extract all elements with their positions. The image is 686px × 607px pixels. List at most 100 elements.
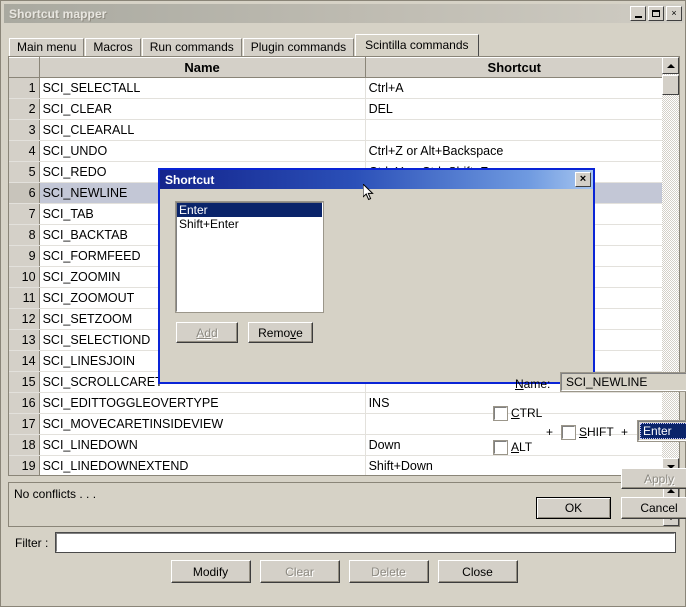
modify-button[interactable]: Modify	[170, 560, 251, 583]
scrollbar-thumb[interactable]	[662, 75, 679, 95]
filter-label: Filter :	[15, 535, 49, 550]
ok-button[interactable]: OK	[536, 497, 611, 519]
table-vertical-scrollbar[interactable]	[662, 57, 679, 475]
name-label: Name:	[515, 377, 551, 391]
row-command-name[interactable]: SCI_UNDO	[39, 140, 366, 162]
plus-separator-2: +	[621, 425, 629, 439]
tab-bar: Main menu Macros Run commands Plugin com…	[9, 34, 480, 56]
apply-button-label: Apply	[643, 471, 675, 486]
ctrl-checkbox-row[interactable]: CTRL	[493, 405, 543, 421]
row-index: 7	[9, 203, 40, 225]
filter-input[interactable]	[55, 532, 676, 553]
shortcut-dialog-titlebar: Shortcut	[160, 170, 593, 189]
maximize-button[interactable]	[648, 6, 664, 21]
ctrl-checkbox[interactable]	[493, 405, 508, 421]
add-button[interactable]: Add	[176, 322, 238, 343]
arrow-up-icon	[667, 489, 675, 493]
close-icon: ×	[579, 173, 587, 185]
row-shortcut[interactable]: Shift+Down	[365, 455, 663, 475]
arrow-up-icon	[666, 63, 675, 68]
row-command-name[interactable]: SCI_SELECTALL	[39, 77, 366, 99]
conflicts-text: No conflicts . . .	[14, 487, 97, 501]
name-field[interactable]: SCI_NEWLINE	[560, 372, 686, 392]
table-row[interactable]: 19 SCI_LINEDOWNEXTEND Shift+Down	[9, 455, 663, 475]
row-index: 18	[9, 434, 40, 456]
tab-scintilla-commands[interactable]: Scintilla commands	[355, 34, 479, 56]
row-shortcut[interactable]: DEL	[365, 98, 663, 120]
tab-macros[interactable]: Macros	[85, 38, 141, 56]
table-row[interactable]: 1 SCI_SELECTALL Ctrl+A	[9, 77, 663, 99]
minimize-button[interactable]	[630, 6, 646, 21]
shortcut-list-item[interactable]: Enter	[177, 203, 322, 217]
key-select[interactable]: Enter	[637, 420, 686, 442]
cancel-button[interactable]: Cancel	[621, 497, 686, 519]
shift-checkbox-row[interactable]: SHIFT	[561, 424, 614, 440]
row-index: 1	[9, 77, 40, 99]
window-title: Shortcut mapper	[9, 6, 107, 21]
shortcut-list[interactable]: Enter Shift+Enter	[175, 201, 324, 313]
row-command-name[interactable]: SCI_CLEARALL	[39, 119, 366, 141]
scroll-up-button[interactable]	[662, 57, 679, 74]
row-index: 10	[9, 266, 40, 288]
add-button-label: Add	[196, 325, 218, 340]
row-index: 11	[9, 287, 40, 309]
close-button[interactable]: ×	[666, 6, 682, 21]
row-index: 5	[9, 161, 40, 183]
filter-row: Filter :	[15, 532, 676, 553]
row-index: 15	[9, 371, 40, 393]
close-dialog-button[interactable]: Close	[437, 560, 518, 583]
tab-run-commands[interactable]: Run commands	[141, 38, 242, 56]
row-index: 19	[9, 455, 40, 475]
bottom-button-bar: Modify Clear Delete Close	[1, 560, 686, 583]
row-index: 2	[9, 98, 40, 120]
window-controls: ×	[630, 6, 682, 21]
column-header-shortcut[interactable]: Shortcut	[365, 57, 663, 78]
row-shortcut[interactable]: Ctrl+Z or Alt+Backspace	[365, 140, 663, 162]
table-row[interactable]: 16 SCI_EDITTOGGLEOVERTYPE INS	[9, 392, 663, 414]
table-row[interactable]: 3 SCI_CLEARALL	[9, 119, 663, 141]
remove-button[interactable]: Remove	[248, 322, 313, 343]
row-command-name[interactable]: SCI_LINEDOWNEXTEND	[39, 455, 366, 475]
row-index: 3	[9, 119, 40, 141]
row-index: 13	[9, 329, 40, 351]
row-index: 12	[9, 308, 40, 330]
row-command-name[interactable]: SCI_CLEAR	[39, 98, 366, 120]
column-header-index[interactable]	[9, 57, 40, 78]
clear-button[interactable]: Clear	[259, 560, 340, 583]
table-row[interactable]: 2 SCI_CLEAR DEL	[9, 98, 663, 120]
column-header-name[interactable]: Name	[39, 57, 366, 78]
alt-checkbox[interactable]	[493, 439, 508, 455]
row-command-name[interactable]: SCI_MOVECARETINSIDEVIEW	[39, 413, 366, 435]
shortcut-dialog-close-button[interactable]: ×	[575, 172, 591, 187]
maximize-icon	[652, 10, 660, 17]
key-select-value: Enter	[640, 423, 686, 439]
shift-label: SHIFT	[579, 425, 614, 439]
tab-plugin-commands[interactable]: Plugin commands	[242, 38, 355, 56]
shift-checkbox[interactable]	[561, 424, 576, 440]
row-index: 8	[9, 224, 40, 246]
row-index: 4	[9, 140, 40, 162]
row-index: 9	[9, 245, 40, 267]
close-icon: ×	[671, 8, 677, 18]
shortcut-dialog-title: Shortcut	[165, 172, 215, 187]
row-command-name[interactable]: SCI_LINEDOWN	[39, 434, 366, 456]
delete-button[interactable]: Delete	[348, 560, 429, 583]
tab-main-menu[interactable]: Main menu	[9, 38, 85, 56]
plus-separator-1: +	[546, 425, 554, 439]
row-index: 17	[9, 413, 40, 435]
ctrl-label: CTRL	[511, 406, 543, 420]
shortcut-mapper-window: Shortcut mapper × Main menu Macros Run c…	[0, 0, 686, 607]
row-shortcut[interactable]	[365, 119, 663, 141]
row-index: 16	[9, 392, 40, 414]
row-index: 6	[9, 182, 40, 204]
apply-button[interactable]: Apply	[621, 468, 686, 489]
row-command-name[interactable]: SCI_EDITTOGGLEOVERTYPE	[39, 392, 366, 414]
alt-checkbox-row[interactable]: ALT	[493, 439, 532, 455]
table-row[interactable]: 4 SCI_UNDO Ctrl+Z or Alt+Backspace	[9, 140, 663, 162]
row-shortcut[interactable]: Ctrl+A	[365, 77, 663, 99]
row-index: 14	[9, 350, 40, 372]
table-header-row: Name Shortcut	[9, 57, 663, 78]
shortcut-list-item[interactable]: Shift+Enter	[177, 217, 322, 231]
scrollbar-track[interactable]	[662, 74, 679, 458]
minimize-icon	[634, 15, 642, 18]
